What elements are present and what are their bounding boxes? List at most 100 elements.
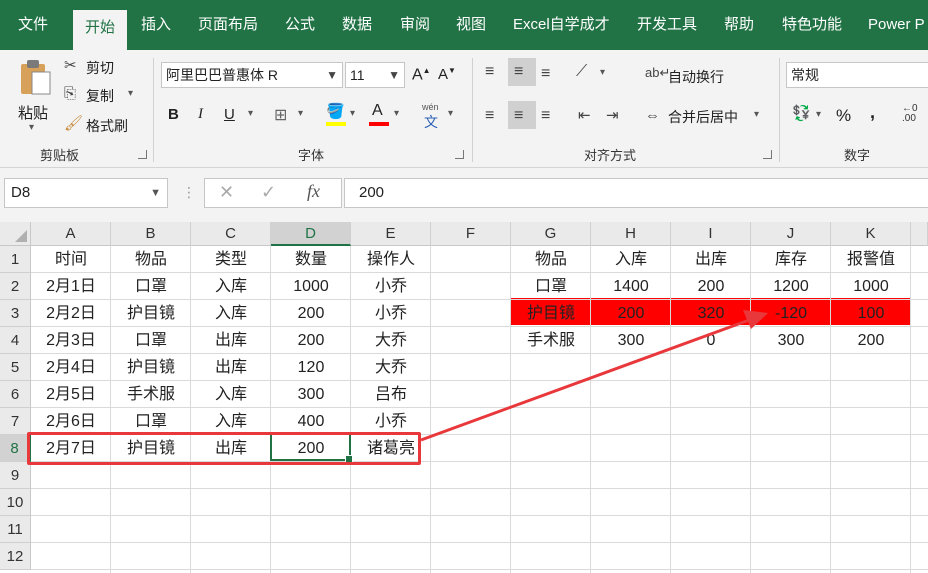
tab-formulas[interactable]: 公式 <box>285 0 315 50</box>
table-cell[interactable]: 小乔 <box>351 408 431 435</box>
name-box[interactable]: D8 ▼ <box>4 178 168 208</box>
tab-excel-self-study[interactable]: Excel自学成才 <box>513 0 610 50</box>
column-header-c[interactable]: C <box>191 222 271 246</box>
tab-page-layout[interactable]: 页面布局 <box>198 0 258 50</box>
comma-button[interactable]: , <box>870 102 875 123</box>
tab-review[interactable]: 审阅 <box>400 0 430 50</box>
table-cell[interactable]: 手术服 <box>511 327 591 354</box>
fill-color-icon[interactable]: 🪣 <box>326 102 345 120</box>
font-name-combo[interactable]: 阿里巴巴普惠体 R ▼ <box>161 62 343 88</box>
table-cell[interactable]: 小乔 <box>351 273 431 300</box>
column-header-d[interactable]: D <box>271 222 351 246</box>
table-cell[interactable]: 200 <box>271 327 351 354</box>
row-header-5[interactable]: 5 <box>0 354 31 381</box>
table-cell[interactable]: 2月1日 <box>31 273 111 300</box>
row-header-4[interactable]: 4 <box>0 327 31 354</box>
increase-font-icon[interactable]: A▲ <box>412 66 431 84</box>
table-cell[interactable]: 300 <box>751 327 831 354</box>
row-header-2[interactable]: 2 <box>0 273 31 300</box>
column-header-a[interactable]: A <box>31 222 111 246</box>
header-cell[interactable]: 物品 <box>511 246 591 273</box>
row-header-3[interactable]: 3 <box>0 300 31 327</box>
table-cell[interactable]: 320 <box>671 300 751 327</box>
header-cell[interactable]: 库存 <box>751 246 831 273</box>
currency-icon[interactable]: 💱 <box>792 106 811 121</box>
table-cell[interactable]: 200 <box>271 300 351 327</box>
header-cell[interactable]: 时间 <box>31 246 111 273</box>
table-cell[interactable]: 大乔 <box>351 327 431 354</box>
header-cell[interactable]: 报警值 <box>831 246 911 273</box>
table-cell[interactable]: 出库 <box>191 354 271 381</box>
formula-input[interactable]: 200 <box>344 178 928 208</box>
tab-developer[interactable]: 开发工具 <box>637 0 697 50</box>
table-cell[interactable]: 入库 <box>191 273 271 300</box>
border-icon[interactable]: ⊞ <box>274 105 287 125</box>
header-cell[interactable]: 入库 <box>591 246 671 273</box>
dialog-launcher-icon[interactable] <box>138 150 147 159</box>
cancel-icon[interactable]: ✕ <box>219 182 234 203</box>
tab-file[interactable]: 文件 <box>18 0 48 50</box>
header-cell[interactable]: 出库 <box>671 246 751 273</box>
insert-function-button[interactable]: fx <box>307 181 320 202</box>
decrease-font-icon[interactable]: A▼ <box>438 66 456 83</box>
header-cell[interactable]: 类型 <box>191 246 271 273</box>
table-cell[interactable]: 1000 <box>831 273 911 300</box>
table-cell[interactable]: -120 <box>751 300 831 327</box>
column-header-partial[interactable] <box>911 222 928 246</box>
table-cell[interactable]: 400 <box>271 408 351 435</box>
column-header-h[interactable]: H <box>591 222 671 246</box>
table-cell[interactable]: 1400 <box>591 273 671 300</box>
column-header-j[interactable]: J <box>751 222 831 246</box>
merge-center-button[interactable]: 合并后居中 <box>668 107 738 127</box>
row-header-10[interactable]: 10 <box>0 489 31 516</box>
column-header-i[interactable]: I <box>671 222 751 246</box>
number-format-combo[interactable]: 常规 <box>786 62 928 88</box>
bold-button[interactable]: B <box>168 106 179 123</box>
table-cell[interactable]: 2月2日 <box>31 300 111 327</box>
table-cell[interactable]: 入库 <box>191 381 271 408</box>
select-all-corner[interactable] <box>0 222 31 246</box>
italic-button[interactable]: I <box>198 106 203 123</box>
align-top-icon[interactable]: ≡ <box>485 64 494 80</box>
header-cell[interactable]: 数量 <box>271 246 351 273</box>
column-header-k[interactable]: K <box>831 222 911 246</box>
table-cell[interactable]: 手术服 <box>111 381 191 408</box>
table-cell[interactable]: 2月3日 <box>31 327 111 354</box>
tab-insert[interactable]: 插入 <box>141 0 171 50</box>
row-header-1[interactable]: 1 <box>0 246 31 273</box>
table-cell[interactable]: 口罩 <box>111 327 191 354</box>
align-bottom-icon[interactable]: ≡ <box>541 66 550 82</box>
increase-decimal-icon[interactable]: ←0.00 <box>902 104 918 124</box>
row-header-6[interactable]: 6 <box>0 381 31 408</box>
tab-special-features[interactable]: 特色功能 <box>782 0 842 50</box>
row-header-11[interactable]: 11 <box>0 516 31 543</box>
table-cell[interactable]: 100 <box>831 300 911 327</box>
table-cell[interactable]: 2月4日 <box>31 354 111 381</box>
increase-indent-icon[interactable]: ⇥ <box>606 108 619 123</box>
orientation-icon[interactable]: ⟋ <box>576 64 587 80</box>
table-cell[interactable]: 吕布 <box>351 381 431 408</box>
align-left-icon[interactable]: ≡ <box>485 108 494 124</box>
row-header-12[interactable]: 12 <box>0 543 31 570</box>
spreadsheet-grid[interactable]: A B C D E F G H I J K 1 2 3 4 5 6 7 8 9 10 11 12 时间 物品 类型 数量 操作人 2月1… <box>0 222 928 573</box>
tab-data[interactable]: 数据 <box>342 0 372 50</box>
table-cell[interactable]: 口罩 <box>111 273 191 300</box>
table-cell[interactable]: 300 <box>271 381 351 408</box>
cut-button[interactable]: 剪切 <box>86 58 114 78</box>
table-cell[interactable]: 入库 <box>191 300 271 327</box>
tab-power-pivot[interactable]: Power P <box>868 0 925 50</box>
underline-button[interactable]: U <box>224 106 235 123</box>
tab-home[interactable]: 开始 <box>73 10 128 50</box>
format-painter-button[interactable]: 格式刷 <box>86 116 128 136</box>
align-right-icon[interactable]: ≡ <box>541 108 550 124</box>
dialog-launcher-icon[interactable] <box>763 150 772 159</box>
table-cell[interactable]: 大乔 <box>351 354 431 381</box>
column-header-e[interactable]: E <box>351 222 431 246</box>
table-cell[interactable]: 小乔 <box>351 300 431 327</box>
paste-button[interactable]: 粘贴 ▾ <box>12 56 58 136</box>
table-cell[interactable]: 入库 <box>191 408 271 435</box>
column-header-g[interactable]: G <box>511 222 591 246</box>
enter-check-icon[interactable]: ✓ <box>261 182 276 203</box>
header-cell[interactable]: 物品 <box>111 246 191 273</box>
table-cell[interactable]: 2月6日 <box>31 408 111 435</box>
